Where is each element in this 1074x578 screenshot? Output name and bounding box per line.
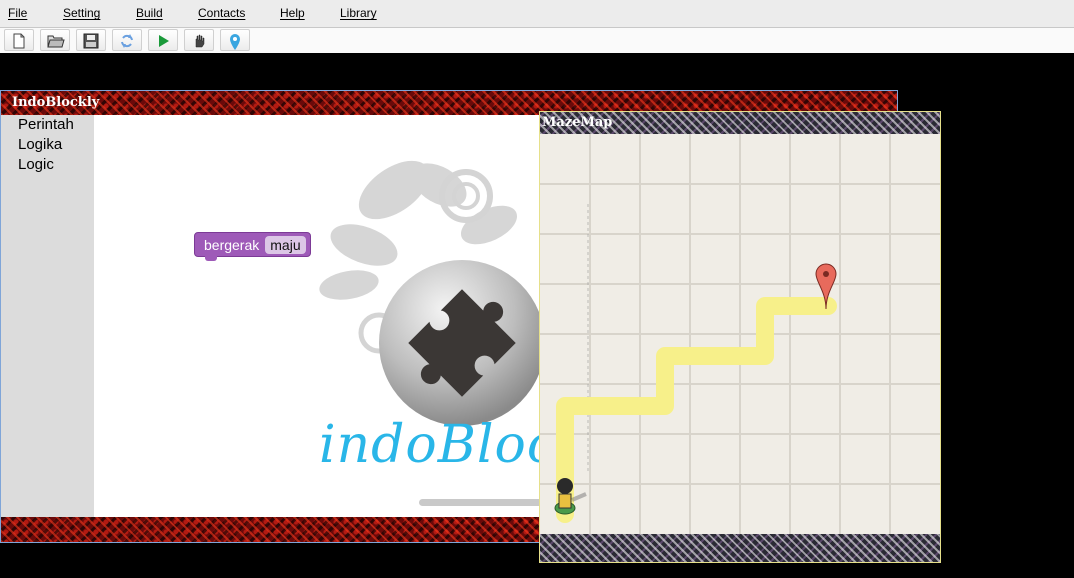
save-icon: [83, 33, 99, 49]
map-pin-icon: [230, 34, 240, 50]
menu-build[interactable]: Build: [136, 6, 163, 20]
category-logika[interactable]: Logika: [1, 135, 94, 155]
mazemap-titlebar[interactable]: MazeMap: [540, 112, 940, 134]
blockly-workspace[interactable]: bergerak maju indoBlockly: [94, 115, 540, 517]
workspace-scrollbar[interactable]: [419, 499, 540, 506]
menu-library[interactable]: Library: [340, 6, 377, 20]
save-button[interactable]: [76, 29, 106, 51]
stop-button[interactable]: [184, 29, 214, 51]
refresh-button[interactable]: [112, 29, 142, 51]
menu-contacts[interactable]: Contacts: [198, 6, 245, 20]
menu-file[interactable]: File: [8, 6, 27, 20]
category-perintah[interactable]: Perintah: [1, 115, 94, 135]
mazemap-bottom-border: [540, 534, 940, 562]
run-button[interactable]: [148, 29, 178, 51]
logo-text: indoBlockly: [319, 415, 540, 475]
hand-icon: [195, 34, 205, 48]
block-direction-dropdown[interactable]: maju: [265, 235, 306, 254]
new-file-button[interactable]: [4, 29, 34, 51]
category-logic[interactable]: Logic: [1, 155, 94, 175]
toolbar: [0, 28, 1074, 53]
maze-grid: [540, 134, 940, 534]
menu-help[interactable]: Help: [280, 6, 305, 20]
block-label: bergerak: [204, 236, 260, 253]
toolbox: Perintah Logika Logic: [1, 115, 94, 517]
mazemap-window: MazeMap: [539, 111, 941, 563]
map-button[interactable]: [220, 29, 250, 51]
block-bergerak[interactable]: bergerak maju: [194, 232, 311, 261]
open-folder-icon: [47, 35, 65, 48]
new-file-icon: [13, 33, 25, 49]
indoblockly-title: IndoBlockly: [12, 95, 100, 110]
menu-bar: File Setting Build Contacts Help Library: [0, 0, 1074, 28]
menu-setting[interactable]: Setting: [63, 6, 100, 20]
open-button[interactable]: [40, 29, 70, 51]
run-icon: [159, 35, 169, 47]
refresh-icon: [121, 34, 133, 48]
mazemap-title: MazeMap: [542, 115, 613, 130]
